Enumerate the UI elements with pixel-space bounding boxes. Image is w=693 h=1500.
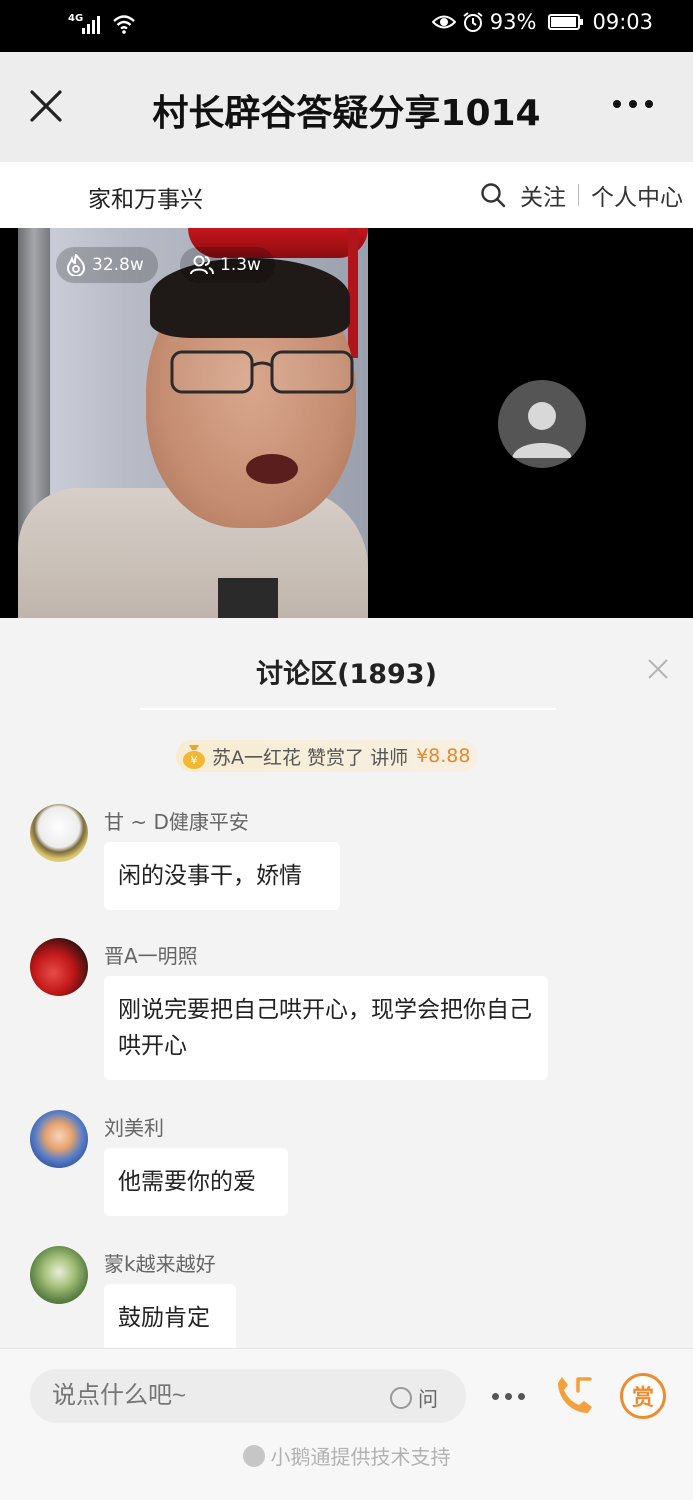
live-video[interactable]: 32.8w 1.3w: [0, 228, 693, 618]
user-name: 晋A一明照: [104, 944, 198, 968]
avatar[interactable]: [30, 804, 88, 862]
battery-percent: 93%: [489, 10, 537, 34]
presenter-video[interactable]: 32.8w 1.3w: [18, 228, 368, 618]
alarm-icon: [463, 12, 483, 32]
more-icon[interactable]: [613, 100, 653, 108]
chat-message: 蒙k越来越好 鼓励肯定: [0, 1246, 693, 1348]
discussion-title: 讨论区(1893): [256, 659, 437, 690]
signal-icon: [82, 12, 100, 34]
avatar[interactable]: [30, 1246, 88, 1304]
footer-bar: 问 赏 小鹅通提供技术支持: [0, 1348, 693, 1500]
svg-text:¥: ¥: [191, 754, 198, 767]
guest-avatar: [498, 380, 586, 468]
avatar[interactable]: [30, 938, 88, 996]
chat-message: 晋A一明照 刚说完要把自己哄开心，现学会把你自己哄开心: [0, 938, 693, 1088]
wifi-icon: [113, 15, 135, 34]
user-name: 蒙k越来越好: [104, 1252, 216, 1276]
chat-message: 甘 ~ D健康平安 闲的没事干，娇情: [0, 804, 693, 914]
message-bubble: 闲的没事干，娇情: [104, 842, 340, 910]
channel-name[interactable]: 家和万事兴: [88, 180, 203, 214]
avatar[interactable]: [30, 1110, 88, 1168]
tip-amount: ¥8.88: [416, 745, 471, 767]
chat-message: 刘美利 他需要你的爱: [0, 1110, 693, 1220]
ask-toggle[interactable]: 问: [390, 1383, 438, 1412]
divider: [140, 708, 556, 710]
message-bubble: 刚说完要把自己哄开心，现学会把你自己哄开心: [104, 976, 548, 1080]
message-bubble: 鼓励肯定: [104, 1284, 236, 1348]
follow-button[interactable]: 关注: [520, 178, 566, 212]
clock: 09:03: [592, 10, 653, 34]
battery-icon: [548, 14, 584, 30]
title-bar: 村长辟谷答疑分享1014: [0, 52, 693, 162]
user-name: 刘美利: [104, 1116, 164, 1140]
viewer-count-badge: 1.3w: [180, 247, 275, 283]
radio-icon: [390, 1386, 412, 1409]
money-bag-icon: ¥: [183, 745, 205, 769]
close-icon[interactable]: [647, 658, 669, 680]
more-icon[interactable]: [492, 1393, 525, 1400]
page-title: 村长辟谷答疑分享1014: [152, 93, 541, 134]
user-icon: [512, 402, 572, 458]
reward-button[interactable]: 赏: [620, 1373, 666, 1419]
phone-icon[interactable]: [552, 1375, 598, 1417]
tip-notification: ¥ 苏A一红花 赞赏了 讲师 ¥8.88: [176, 740, 479, 772]
search-icon[interactable]: [480, 182, 506, 208]
tip-text: 苏A一红花 赞赏了 讲师: [212, 746, 409, 769]
status-bar: 4G 93% 09:03: [0, 0, 693, 52]
ask-label: 问: [418, 1387, 438, 1411]
network-type: 4G: [68, 13, 84, 24]
flame-icon: [66, 254, 86, 276]
profile-link[interactable]: 个人中心: [591, 178, 683, 212]
powered-by: 小鹅通提供技术支持: [0, 1441, 693, 1470]
hot-count-badge: 32.8w: [56, 247, 158, 283]
channel-bar: 家和万事兴 关注 个人中心: [0, 162, 693, 228]
user-name: 甘 ~ D健康平安: [104, 810, 249, 834]
glasses: [170, 350, 354, 394]
discussion-panel: 讨论区(1893) ¥ 苏A一红花 赞赏了 讲师 ¥8.88 甘 ~ D健康平安…: [0, 618, 693, 1348]
eye-icon: [431, 15, 456, 29]
users-icon: [190, 255, 214, 275]
logo-icon: [242, 1444, 265, 1467]
divider: [578, 184, 579, 206]
message-bubble: 他需要你的爱: [104, 1148, 288, 1216]
